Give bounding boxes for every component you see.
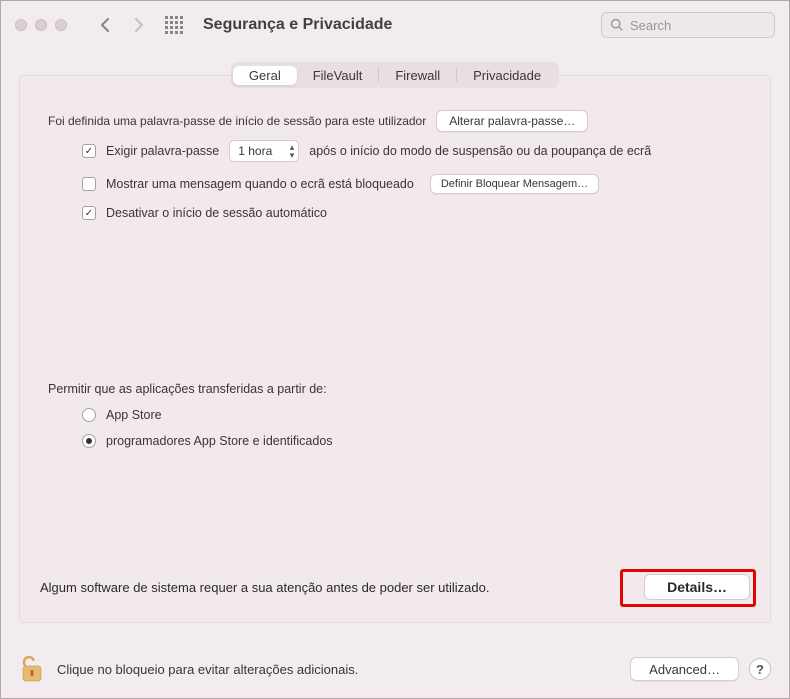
tab-general[interactable]: Geral (233, 66, 297, 85)
help-button[interactable]: ? (749, 658, 771, 680)
require-password-suffix: após o início do modo de suspensão ou da… (309, 144, 651, 158)
general-content: Foi definida uma palavra-passe de início… (20, 76, 770, 448)
require-password-delay-select[interactable]: 1 hora ▴▾ (229, 140, 299, 162)
lock-text: Clique no bloqueio para evitar alteraçõe… (57, 662, 358, 677)
zoom-window[interactable] (55, 19, 67, 31)
close-window[interactable] (15, 19, 27, 31)
set-lock-message-button[interactable]: Definir Bloquear Mensagem… (430, 174, 599, 194)
search-input[interactable] (630, 18, 750, 33)
allow-identified-radio[interactable] (82, 434, 96, 448)
details-button[interactable]: Details… (644, 574, 750, 600)
forward-button[interactable] (125, 11, 153, 39)
advanced-button[interactable]: Advanced… (630, 657, 739, 681)
require-password-checkbox[interactable] (82, 144, 96, 158)
preferences-panel: Geral FileVault Firewall Privacidade Foi… (19, 75, 771, 623)
minimize-window[interactable] (35, 19, 47, 31)
require-password-label: Exigir palavra-passe (106, 144, 219, 158)
search-field[interactable] (601, 12, 775, 38)
unlock-icon[interactable] (19, 654, 45, 684)
window-controls (15, 19, 67, 31)
tab-firewall[interactable]: Firewall (379, 66, 456, 85)
tab-privacy[interactable]: Privacidade (457, 66, 557, 85)
allow-apps-label: Permitir que as aplicações transferidas … (48, 382, 327, 396)
footer: Clique no bloqueio para evitar alteraçõe… (19, 654, 771, 684)
change-password-button[interactable]: Alterar palavra-passe… (436, 110, 588, 132)
attention-text: Algum software de sistema requer a sua a… (40, 580, 489, 595)
search-icon (610, 18, 624, 32)
tabs: Geral FileVault Firewall Privacidade (231, 62, 559, 88)
allow-identified-label: programadores App Store e identificados (106, 434, 333, 448)
allow-appstore-label: App Store (106, 408, 162, 422)
password-set-label: Foi definida uma palavra-passe de início… (48, 114, 426, 128)
disable-auto-login-checkbox[interactable] (82, 206, 96, 220)
show-message-label: Mostrar uma mensagem quando o ecrã está … (106, 177, 414, 191)
back-button[interactable] (91, 11, 119, 39)
require-password-delay-value: 1 hora (238, 144, 272, 158)
chevron-updown-icon: ▴▾ (290, 143, 295, 159)
show-all-button[interactable] (165, 16, 183, 34)
disable-auto-login-label: Desativar o início de sessão automático (106, 206, 327, 220)
toolbar: Segurança e Privacidade (1, 1, 789, 49)
show-message-checkbox[interactable] (82, 177, 96, 191)
window-title: Segurança e Privacidade (203, 16, 392, 34)
allow-appstore-radio[interactable] (82, 408, 96, 422)
tab-filevault[interactable]: FileVault (297, 66, 379, 85)
